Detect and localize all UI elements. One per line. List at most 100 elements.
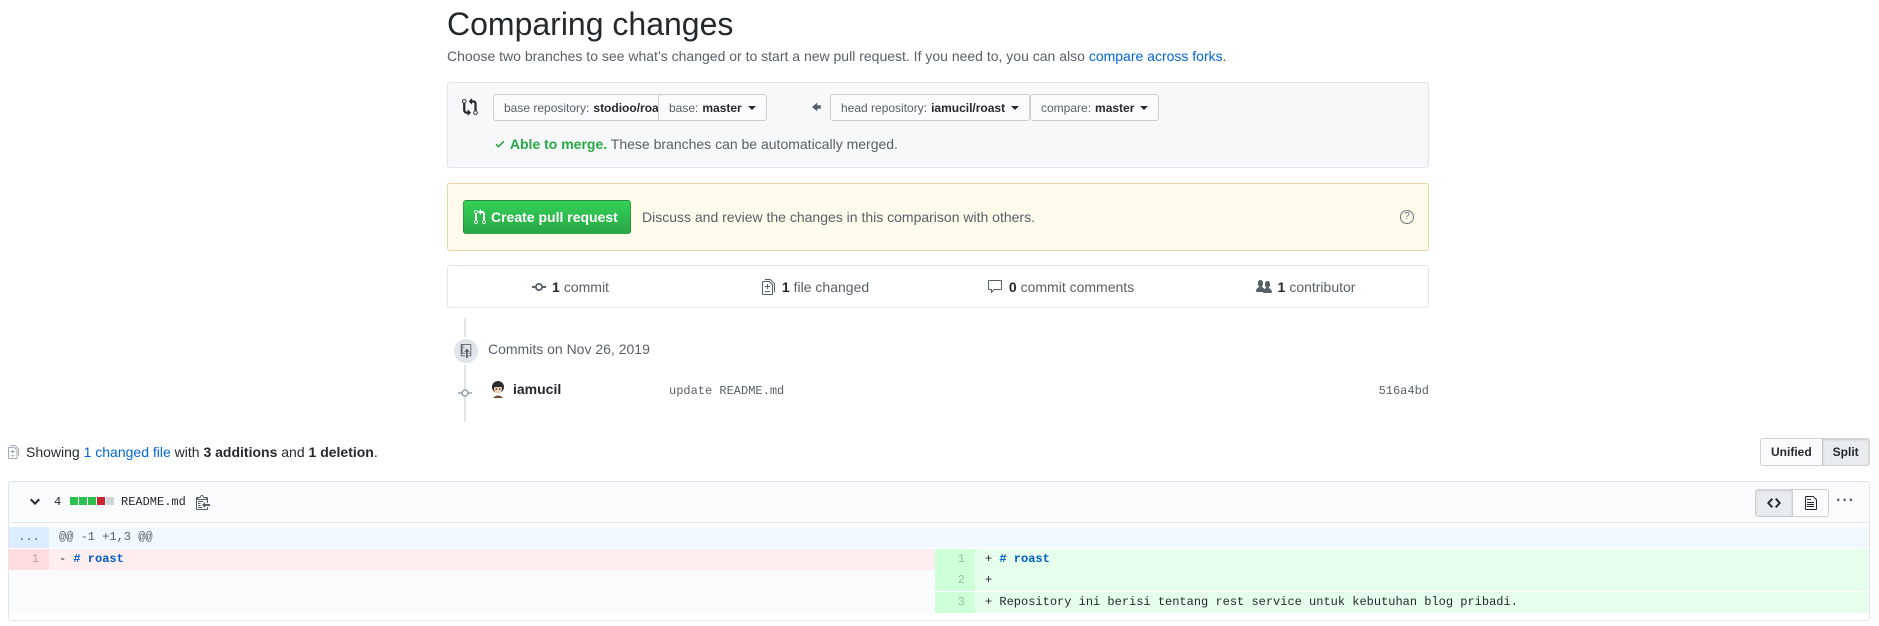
file-diff: 4 README.md ··· ... @@ -1 +1,3 @@ 1- # roa… [8,481,1870,621]
arrow-left-icon [812,102,821,112]
deletions-count: 1 deletion [308,444,374,460]
diff-summary-prefix: Showing [26,444,80,460]
diffstat-block-added [79,497,87,505]
changed-files-link[interactable]: 1 changed file [84,444,171,460]
commit-comments-count: 0 [1008,278,1017,295]
comment-icon [987,279,1002,293]
right-line-code: + [975,570,1869,591]
caret-down-icon [1011,105,1020,110]
create-pull-request-button[interactable]: Create pull request [463,200,631,234]
caret-down-icon [1140,105,1149,110]
files-changed-label: file changed [793,278,870,295]
head-repository-value: iamucil/roast [931,100,1006,115]
split-view-button[interactable]: Split [1821,439,1869,465]
diff-count: 4 [54,495,62,509]
base-branch-label: base: [669,100,699,115]
compare-branch-select[interactable]: compare: master [1030,94,1160,121]
left-empty-line [9,592,935,613]
merge-status: Able to merge. These branches can be aut… [494,136,898,152]
merge-status-text: These branches can be automatically merg… [610,136,898,152]
contributors-count: 1 [1277,278,1286,295]
commits-label: commit [563,278,609,295]
question-icon[interactable]: ? [1400,210,1414,224]
right-line-number: 2 [935,570,975,591]
diff-summary-end: . [373,444,378,460]
head-repository-select[interactable]: head repository: iamucil/roast [830,94,1031,121]
people-icon [1255,279,1272,293]
file-diff-icon [8,445,20,459]
diff-view-toggle: Unified Split [1760,438,1870,466]
commit-sha[interactable]: 516a4bd [1379,384,1429,398]
diff-summary-with: with [174,444,200,460]
more-options-icon[interactable]: ··· [1836,492,1855,510]
diff-sign: - [59,552,74,566]
base-branch-select[interactable]: base: master [658,94,767,121]
right-line-code: + Repository ini berisi tentang rest ser… [975,592,1869,613]
file-icon [1804,496,1817,510]
page-subtitle: Choose two branches to see what’s change… [447,48,1227,64]
diff-summary-and: and [281,444,305,460]
unified-view-button[interactable]: Unified [1761,439,1822,465]
subtitle-end: . [1222,48,1227,64]
merge-ok-label: Able to merge. [509,136,608,152]
compare-branch-value: master [1095,100,1135,115]
chevron-down-icon[interactable] [29,494,41,510]
hunk-expander[interactable]: ... [9,527,49,548]
file-name[interactable]: README.md [121,495,186,509]
commits-stat[interactable]: 1 commit [448,266,693,307]
file-header: 4 README.md ··· [9,482,1869,523]
compare-branch-label: compare: [1041,100,1092,115]
diff-code: # roast [73,552,124,566]
base-branch-value: master [702,100,742,115]
commit-comments-label: commit comments [1020,278,1135,295]
right-line-number: 3 [935,592,975,613]
diffstat [70,497,114,505]
caret-down-icon [747,105,756,110]
left-empty-line [9,570,935,591]
diffstat-block-added [88,497,96,505]
diff-sign: + [985,595,1000,609]
avatar[interactable] [490,380,506,398]
commit-comments-stat[interactable]: 0 commit comments [938,266,1183,307]
commit-group-date: Commits on Nov 26, 2019 [488,341,650,357]
diff-code: # roast [999,552,1050,566]
timeline-line [464,318,466,422]
files-changed-stat[interactable]: 1 file changed [693,266,938,307]
range-editor: base repository: stodioo/roast base: mas… [447,82,1429,168]
compare-forks-link[interactable]: compare across forks [1089,48,1223,64]
additions-count: 3 additions [203,444,278,460]
file-diff-icon [761,278,775,295]
right-line-number: 1 [935,549,975,570]
subtitle-text: Choose two branches to see what’s change… [447,48,1085,64]
left-line-code: - # roast [49,549,935,570]
code-icon [1767,498,1781,508]
create-pr-box: Create pull request Discuss and review t… [447,183,1429,251]
file-view-buttons [1755,489,1829,517]
repo-push-icon [452,337,480,365]
diff-code: Repository ini berisi tentang rest servi… [999,595,1518,609]
commits-count: 1 [552,278,560,295]
left-line-number: 1 [9,549,49,570]
hunk-header: @@ -1 +1,3 @@ [49,527,1869,548]
git-commit-icon [532,282,547,291]
rich-view-button[interactable] [1792,490,1828,516]
git-commit-icon [458,389,472,397]
diff-sign: + [985,552,1000,566]
diffstat-block-neutral [106,497,114,505]
check-icon [495,140,505,148]
clippy-icon[interactable] [196,494,210,510]
create-pull-request-label: Create pull request [491,209,618,225]
right-line-code: + # roast [975,549,1869,570]
commit-author[interactable]: iamucil [513,381,561,397]
code-view-button[interactable] [1756,490,1792,516]
page-title: Comparing changes [447,6,734,42]
diffstat-block-added [70,497,78,505]
diff-summary: Showing 1 changed file with 3 additions … [8,444,378,460]
diffstat-block-deleted [97,497,105,505]
diff-sign: + [985,573,993,587]
commit-message[interactable]: update README.md [669,384,784,398]
head-repository-label: head repository: [841,100,928,115]
contributors-stat[interactable]: 1 contributor [1183,266,1428,307]
create-pr-description: Discuss and review the changes in this c… [642,209,1035,225]
git-compare-icon [462,98,478,116]
